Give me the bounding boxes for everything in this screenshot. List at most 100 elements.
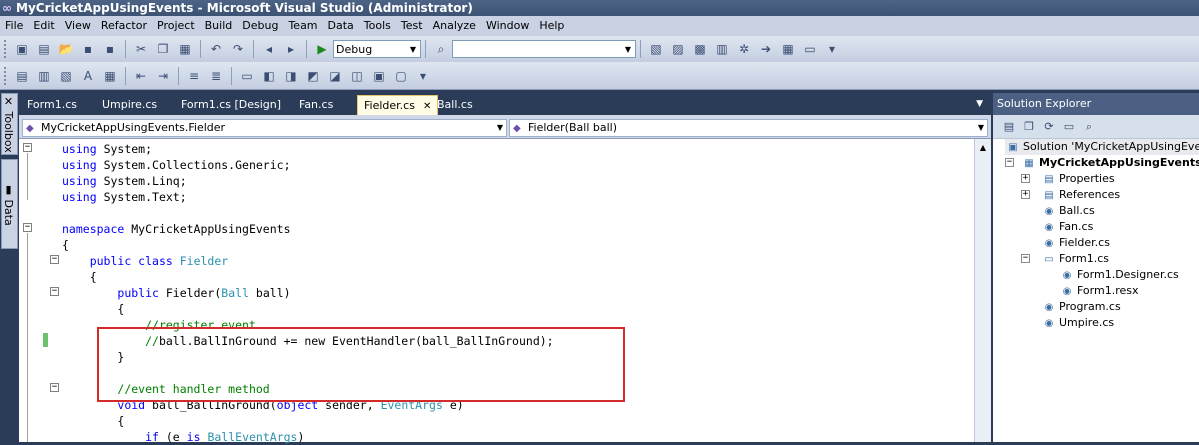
- copy-icon[interactable]: ❐: [154, 40, 172, 58]
- menu-edit[interactable]: Edit: [28, 16, 59, 36]
- members-dropdown[interactable]: ◆ Fielder(Ball ball) ▼: [509, 119, 988, 137]
- tree-item-fan-cs[interactable]: ◉ Fan.cs: [1041, 219, 1094, 235]
- class-view-icon[interactable]: ▦: [779, 40, 797, 58]
- collapse-icon[interactable]: −: [50, 287, 59, 296]
- tree-item-references[interactable]: ▤ References: [1041, 187, 1120, 203]
- view-class-diagram-icon[interactable]: ⌕: [1081, 119, 1097, 135]
- menu-file[interactable]: File: [0, 16, 28, 36]
- properties-window-icon[interactable]: ▨: [669, 40, 687, 58]
- save-icon[interactable]: ▪: [79, 40, 97, 58]
- new-project-icon[interactable]: ▣: [13, 40, 31, 58]
- toggle-bookmark-icon[interactable]: ▭: [238, 67, 256, 85]
- tree-item-properties[interactable]: ▤ Properties: [1041, 171, 1114, 187]
- active-files-dropdown-icon[interactable]: ▼: [976, 99, 983, 109]
- toolbox-tab[interactable]: ✕ Toolbox: [1, 93, 18, 155]
- increase-indent-icon[interactable]: ⇥: [154, 67, 172, 85]
- data-sources-tab[interactable]: ▮ Data Sources: [1, 159, 18, 249]
- start-page-icon[interactable]: ➔: [757, 40, 775, 58]
- tab-ball-cs[interactable]: Ball.cs: [431, 95, 479, 115]
- tools-icon[interactable]: ✲: [735, 40, 753, 58]
- collapse-icon[interactable]: −: [23, 223, 32, 232]
- show-all-files-icon[interactable]: ❐: [1021, 119, 1037, 135]
- solution-explorer-icon[interactable]: ▧: [647, 40, 665, 58]
- decrease-indent-icon[interactable]: ⇤: [132, 67, 150, 85]
- toolbar-options-icon[interactable]: ▾: [823, 40, 841, 58]
- menu-test[interactable]: Test: [396, 16, 428, 36]
- tab-form1-design[interactable]: Form1.cs [Design]: [175, 95, 287, 115]
- menu-analyze[interactable]: Analyze: [428, 16, 481, 36]
- collapse-icon[interactable]: −: [23, 143, 32, 152]
- solution-icon: ▣: [1008, 142, 1018, 153]
- menu-tools[interactable]: Tools: [359, 16, 396, 36]
- menu-refactor[interactable]: Refactor: [96, 16, 152, 36]
- comment-lines-icon[interactable]: ≡: [185, 67, 203, 85]
- menu-build[interactable]: Build: [200, 16, 238, 36]
- find-combo[interactable]: ▼: [452, 40, 636, 58]
- previous-bookmark-folder-icon[interactable]: ◩: [304, 67, 322, 85]
- tab-form1-cs[interactable]: Form1.cs: [21, 95, 83, 115]
- previous-bookmark-document-icon[interactable]: ◫: [348, 67, 366, 85]
- toolbar-grip[interactable]: [4, 66, 7, 85]
- collapse-icon[interactable]: −: [50, 255, 59, 264]
- refresh-icon[interactable]: ⟳: [1041, 119, 1057, 135]
- tree-item-ball-cs[interactable]: ◉ Ball.cs: [1041, 203, 1095, 219]
- collapse-icon[interactable]: −: [1021, 254, 1030, 263]
- tree-item-form1-designer-cs[interactable]: ◉ Form1.Designer.cs: [1059, 267, 1179, 283]
- navigate-backward-icon[interactable]: ◂: [260, 40, 278, 58]
- types-dropdown[interactable]: ◆ MyCricketAppUsingEvents.Fielder ▼: [22, 119, 507, 137]
- cut-icon[interactable]: ✂: [132, 40, 150, 58]
- properties-icon[interactable]: ▤: [1001, 119, 1017, 135]
- tree-item-project[interactable]: ▦ MyCricketAppUsingEvents: [1021, 155, 1199, 171]
- start-debugging-icon[interactable]: ▶: [313, 40, 331, 58]
- expand-icon[interactable]: +: [1021, 190, 1030, 199]
- add-item-icon[interactable]: ▤: [35, 40, 53, 58]
- navigate-forward-icon[interactable]: ▸: [282, 40, 300, 58]
- redo-icon[interactable]: ↷: [229, 40, 247, 58]
- collapse-icon[interactable]: −: [50, 383, 59, 392]
- save-all-icon[interactable]: ▪: [101, 40, 119, 58]
- tree-item-program-cs[interactable]: ◉ Program.cs: [1041, 299, 1121, 315]
- vertical-scrollbar[interactable]: ▲: [974, 139, 991, 442]
- find-in-files-icon[interactable]: ⌕: [432, 40, 450, 58]
- previous-bookmark-icon[interactable]: ◧: [260, 67, 278, 85]
- open-file-icon[interactable]: 📂: [57, 40, 75, 58]
- paste-icon[interactable]: ▦: [176, 40, 194, 58]
- tree-item-form1-cs[interactable]: ▭ Form1.cs: [1041, 251, 1109, 267]
- display-word-completion-icon[interactable]: ▦: [101, 67, 119, 85]
- quick-info-icon[interactable]: ▧: [57, 67, 75, 85]
- uncomment-lines-icon[interactable]: ≣: [207, 67, 225, 85]
- next-bookmark-folder-icon[interactable]: ◪: [326, 67, 344, 85]
- command-window-icon[interactable]: ▭: [801, 40, 819, 58]
- expand-icon[interactable]: +: [1021, 174, 1030, 183]
- tab-fielder-cs[interactable]: Fielder.cs ✕: [357, 95, 439, 115]
- parameter-info-icon[interactable]: ▥: [35, 67, 53, 85]
- toolbar-options-icon[interactable]: ▾: [414, 67, 432, 85]
- menu-debug[interactable]: Debug: [237, 16, 283, 36]
- tree-item-solution[interactable]: ▣Solution 'MyCricketAppUsingEvents': [1005, 139, 1199, 155]
- code-view[interactable]: − − − − − using System; using System.Col…: [19, 139, 974, 444]
- toolbar-grip[interactable]: [4, 40, 7, 58]
- undo-icon[interactable]: ↶: [207, 40, 225, 58]
- menu-window[interactable]: Window: [481, 16, 534, 36]
- complete-word-icon[interactable]: A: [79, 67, 97, 85]
- menu-help[interactable]: Help: [534, 16, 569, 36]
- solution-configuration-select[interactable]: Debug ▼: [333, 40, 421, 58]
- clear-bookmarks-icon[interactable]: ▢: [392, 67, 410, 85]
- menu-project[interactable]: Project: [152, 16, 200, 36]
- toolbox-icon[interactable]: ▥: [713, 40, 731, 58]
- next-bookmark-icon[interactable]: ◨: [282, 67, 300, 85]
- object-member-list-icon[interactable]: ▤: [13, 67, 31, 85]
- scroll-up-icon[interactable]: ▲: [975, 139, 991, 156]
- menu-data[interactable]: Data: [323, 16, 359, 36]
- object-browser-icon[interactable]: ▩: [691, 40, 709, 58]
- tab-umpire-cs[interactable]: Umpire.cs: [96, 95, 163, 115]
- collapse-icon[interactable]: −: [1005, 158, 1014, 167]
- view-code-icon[interactable]: ▭: [1061, 119, 1077, 135]
- tree-item-umpire-cs[interactable]: ◉ Umpire.cs: [1041, 315, 1115, 331]
- next-bookmark-document-icon[interactable]: ▣: [370, 67, 388, 85]
- menu-view[interactable]: View: [60, 16, 96, 36]
- tree-item-fielder-cs[interactable]: ◉ Fielder.cs: [1041, 235, 1110, 251]
- tree-item-form1-resx[interactable]: ◉ Form1.resx: [1059, 283, 1139, 299]
- menu-team[interactable]: Team: [283, 16, 322, 36]
- tab-fan-cs[interactable]: Fan.cs: [293, 95, 339, 115]
